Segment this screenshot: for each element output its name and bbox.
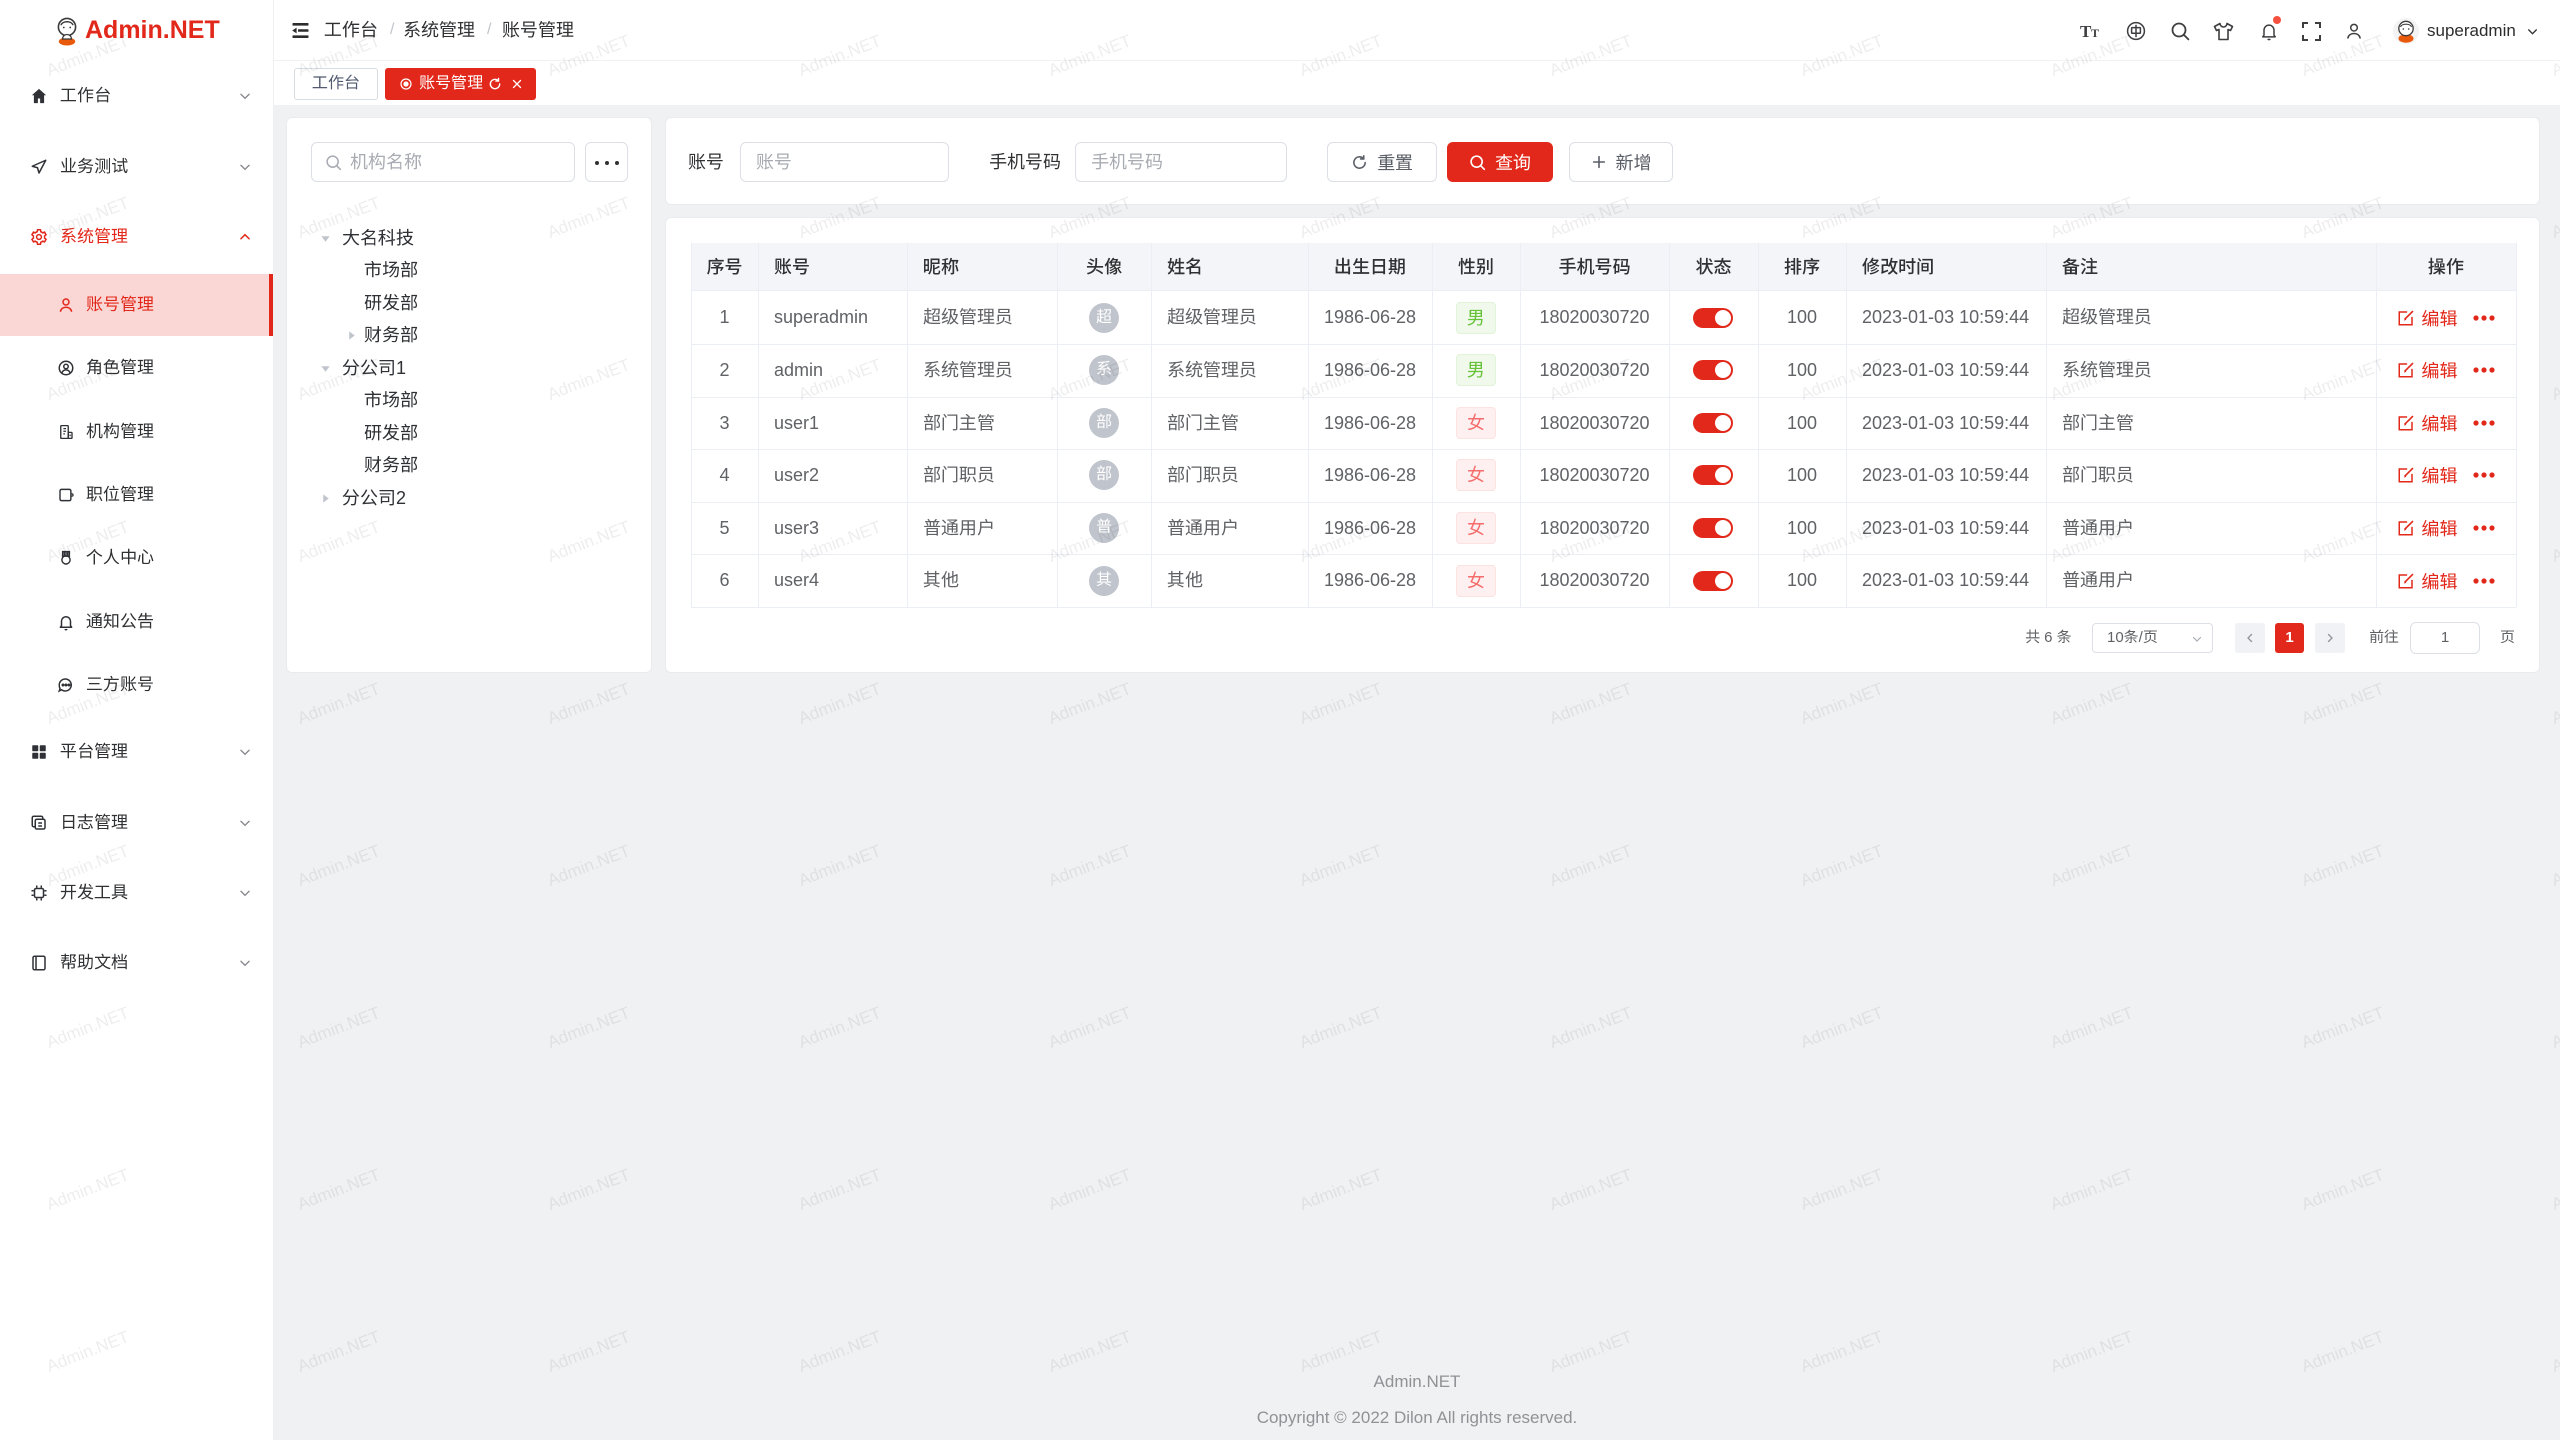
svg-text:T: T: [2091, 26, 2099, 40]
